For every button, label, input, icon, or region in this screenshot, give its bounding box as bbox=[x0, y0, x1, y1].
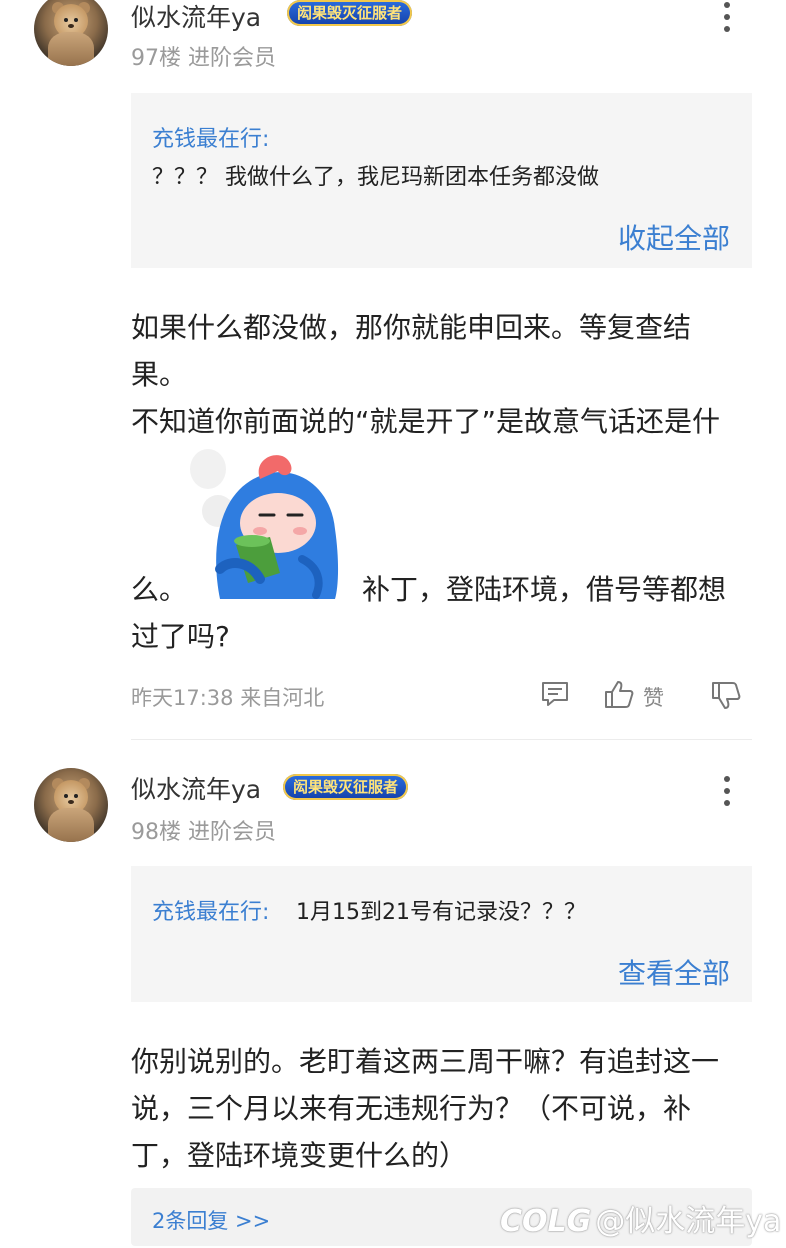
quote-text: 1月15到21号有记录没？？？ bbox=[296, 900, 586, 925]
quote-author[interactable]: 充钱最在行: bbox=[152, 894, 269, 926]
member-level: 进阶会员 bbox=[188, 46, 277, 71]
floor-number: 98楼 bbox=[131, 820, 181, 845]
username[interactable]: 似水流年ya bbox=[131, 0, 261, 34]
body-line: 不知道你前面说的“就是开了”是故意气话还是什 bbox=[131, 405, 721, 438]
body-line: 说，三个月以来有无违规行为？（不可说，补 bbox=[131, 1092, 692, 1125]
more-options-button[interactable] bbox=[720, 776, 734, 810]
user-title-badge: 闳果毁灭征服者 bbox=[283, 774, 409, 800]
body-line: 丁，登陆环境变更什么的） bbox=[131, 1139, 468, 1172]
avatar[interactable] bbox=[34, 0, 108, 66]
quote-text: ？？？ 我做什么了，我尼玛新团本任务都没做 bbox=[152, 165, 599, 190]
collapse-all-link[interactable]: 收起全部 bbox=[618, 217, 730, 257]
thumbs-down-icon[interactable] bbox=[710, 680, 742, 712]
quote-block: 充钱最在行: ？？？ 我做什么了，我尼玛新团本任务都没做 收起全部 bbox=[131, 93, 752, 268]
post-divider bbox=[131, 739, 752, 740]
watermark-text: @似水流年ya bbox=[595, 1204, 782, 1239]
floor-and-level: 97楼 进阶会员 bbox=[131, 40, 276, 72]
body-line: 你别说别的。老盯着这两三周干嘛？有追封这一 bbox=[131, 1045, 720, 1078]
floor-and-level: 98楼 进阶会员 bbox=[131, 814, 276, 846]
post-body: 你别说别的。老盯着这两三周干嘛？有追封这一 说，三个月以来有无违规行为？（不可说… bbox=[131, 1038, 751, 1179]
quote-author[interactable]: 充钱最在行: bbox=[152, 121, 269, 153]
comment-icon[interactable] bbox=[540, 679, 570, 709]
post-time-location: 昨天17:38 来自河北 bbox=[131, 686, 325, 710]
body-line: 如果什么都没做，那你就能申回来。等复查结 bbox=[131, 311, 692, 344]
like-label[interactable]: 赞 bbox=[643, 682, 664, 712]
post-body: 如果什么都没做，那你就能申回来。等复查结 果。 不知道你前面说的“就是开了”是故… bbox=[131, 304, 751, 445]
watermark-logo: COLG bbox=[500, 1204, 592, 1239]
quote-block: 充钱最在行: 1月15到21号有记录没？？？ 查看全部 bbox=[131, 866, 752, 1002]
sticker-emoji bbox=[190, 449, 339, 599]
user-title-badge: 闳果毁灭征服者 bbox=[287, 0, 413, 26]
username[interactable]: 似水流年ya bbox=[131, 770, 261, 806]
watermark: COLG @似水流年ya bbox=[500, 1196, 781, 1240]
avatar[interactable] bbox=[34, 768, 108, 842]
view-all-link[interactable]: 查看全部 bbox=[618, 952, 730, 992]
floor-number: 97楼 bbox=[131, 46, 181, 71]
thumbs-up-icon[interactable] bbox=[603, 678, 635, 710]
body-line: 果。 bbox=[131, 358, 188, 391]
view-replies-link[interactable]: 2条回复 >> bbox=[152, 1205, 270, 1235]
body-line: 过了吗? bbox=[131, 620, 230, 653]
more-options-button[interactable] bbox=[720, 2, 734, 36]
member-level: 进阶会员 bbox=[188, 820, 277, 845]
